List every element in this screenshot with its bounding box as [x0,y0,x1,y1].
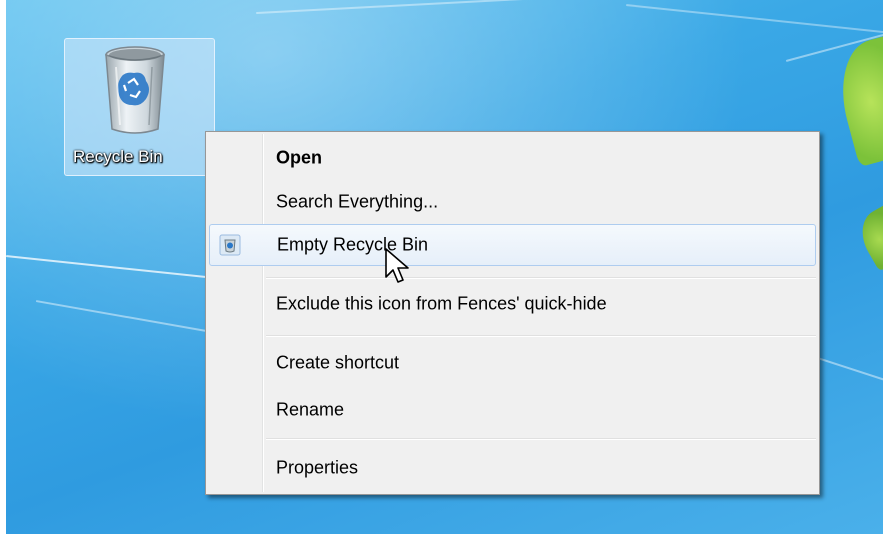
menu-item-properties[interactable]: Properties [209,448,816,488]
menu-item-empty-recycle-bin[interactable]: Empty Recycle Bin [209,224,816,266]
desktop-icon-label: Recycle Bin [73,147,163,166]
menu-item-label: Search Everything... [276,191,439,212]
wallpaper-streak [625,4,883,34]
menu-separator [266,438,816,440]
recycle-bin-icon [219,234,241,256]
menu-item-label: Properties [276,457,359,478]
menu-item-rename[interactable]: Rename [209,390,816,430]
menu-separator [266,277,816,279]
menu-item-label: Exclude this icon from Fences' quick-hid… [276,293,607,314]
wallpaper-leaf [828,32,883,168]
wallpaper-streak [255,0,676,14]
desktop-icon-recycle-bin[interactable]: Recycle Bin [64,38,215,176]
context-menu: Open Search Everything... Empty Recycle … [205,131,820,495]
menu-item-search-everything[interactable]: Search Everything... [209,182,816,222]
menu-separator [266,335,816,337]
menu-item-label: Rename [276,399,345,420]
menu-item-open[interactable]: Open [209,138,816,178]
menu-item-exclude-fences[interactable]: Exclude this icon from Fences' quick-hid… [209,284,816,324]
recycle-bin-icon [105,46,165,134]
menu-item-create-shortcut[interactable]: Create shortcut [209,343,816,383]
menu-item-label: Open [276,147,323,168]
wallpaper-leaf [851,203,883,272]
menu-item-label: Create shortcut [276,352,400,373]
mouse-pointer-icon [385,248,409,283]
